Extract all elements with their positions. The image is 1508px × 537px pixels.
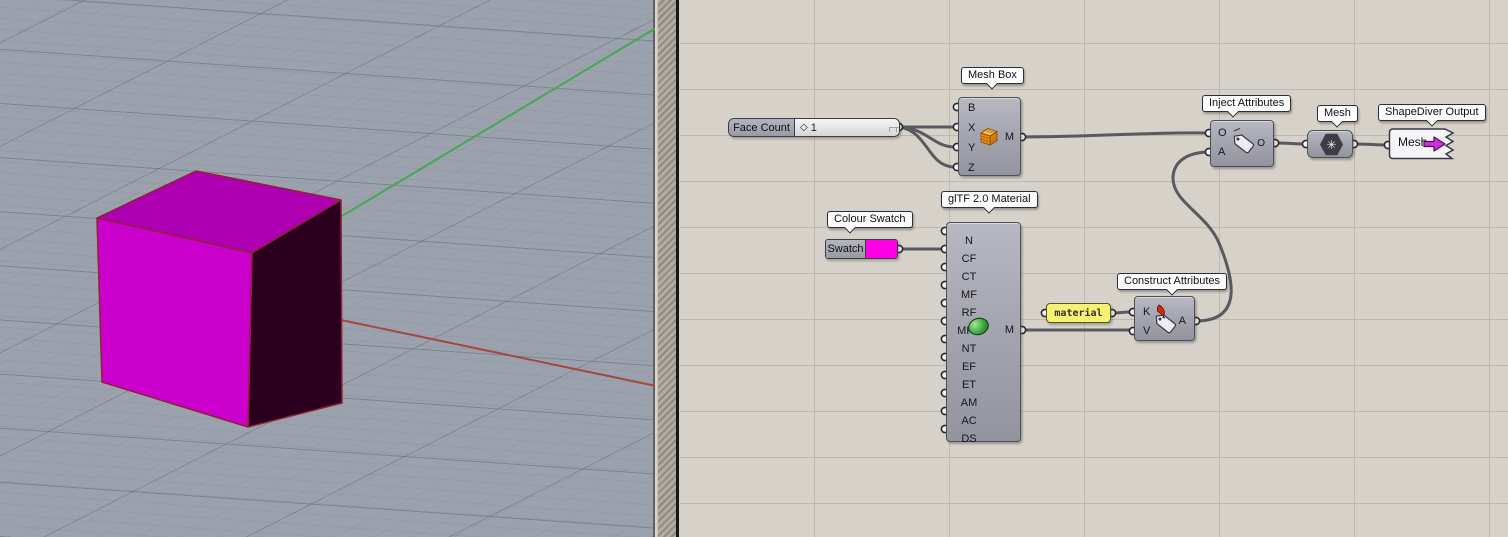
input-label-ef: EF (947, 358, 991, 376)
swatch-label: Swatch (826, 240, 866, 258)
panel-text: material (1054, 308, 1102, 319)
mesh-param-component[interactable]: ✳ (1307, 130, 1353, 158)
viewport-scene (0, 0, 655, 537)
output-label-o: O (1257, 137, 1265, 150)
construct-attributes-component[interactable]: K V A (1134, 296, 1195, 341)
input-label-ds: DS (947, 430, 991, 448)
input-label-cf: CF (947, 250, 991, 268)
gltf-input-labels: N CF CT MF RF MRT NT EF ET AM AC DS (947, 232, 991, 448)
tooltip-mesh: Mesh (1317, 105, 1358, 122)
shapediver-output-component[interactable]: Mesh (1388, 128, 1456, 160)
snowflake-glyph: ✳ (1326, 138, 1336, 152)
cube-front-face (97, 218, 252, 427)
output-label-m: M (1005, 131, 1014, 144)
input-label-ac: AC (947, 412, 991, 430)
slider-ruler (889, 127, 900, 132)
tooltip-mesh-box: Mesh Box (961, 67, 1024, 84)
output-label-m: M (1005, 324, 1014, 337)
construct-attributes-tag-icon (1150, 303, 1180, 335)
x-axis-line (341, 320, 655, 386)
rhino-viewport[interactable] (0, 0, 655, 537)
slider-track[interactable]: ◇ 1 (795, 119, 899, 136)
tooltip-text: Colour Swatch (834, 213, 906, 225)
face-count-slider[interactable]: Face Count ◇ 1 (728, 118, 900, 137)
tooltip-text: Inject Attributes (1209, 97, 1284, 109)
gltf-material-component[interactable]: N CF CT MF RF MRT NT EF ET AM AC DS M (946, 222, 1021, 442)
tooltip-inject-attributes: Inject Attributes (1202, 95, 1291, 112)
input-label-b: B (968, 102, 975, 115)
input-label-y: Y (968, 142, 975, 155)
tooltip-construct-attributes: Construct Attributes (1117, 273, 1227, 290)
colour-swatch-component[interactable]: Swatch (825, 239, 898, 259)
mesh-box-component[interactable]: B X Y Z M (958, 97, 1021, 176)
input-label-am: AM (947, 394, 991, 412)
material-text-panel[interactable]: material (1046, 303, 1111, 323)
input-label-n: N (947, 232, 991, 250)
mesh-box-icon (977, 124, 1001, 148)
window-divider[interactable] (657, 0, 679, 537)
application-window: { "viewport": { "cube": { "front_color":… (0, 0, 1508, 537)
tooltip-colour-swatch: Colour Swatch (827, 211, 913, 228)
input-label-ct: CT (947, 268, 991, 286)
magenta-cube[interactable] (97, 171, 342, 427)
slider-value: 1 (811, 122, 817, 134)
input-label-nt: NT (947, 340, 991, 358)
mesh-hexagon-icon: ✳ (1320, 133, 1343, 156)
magenta-arrow-icon (1422, 135, 1448, 153)
input-label-a: A (1218, 146, 1225, 159)
swatch-color-chip[interactable] (866, 240, 897, 258)
input-label-o: O (1218, 127, 1227, 140)
input-label-x: X (968, 122, 975, 135)
input-label-z: Z (968, 162, 975, 175)
slider-grip-icon[interactable]: ◇ (800, 122, 808, 133)
inject-attributes-component[interactable]: O A O (1210, 120, 1274, 167)
slider-label: Face Count (729, 119, 795, 136)
y-axis-line (342, 28, 655, 216)
tooltip-shapediver-output: ShapeDiver Output (1378, 104, 1486, 121)
grasshopper-canvas[interactable] (680, 0, 1508, 537)
input-label-et: ET (947, 376, 991, 394)
input-label-mf: MF (947, 286, 991, 304)
tooltip-gltf-material: glTF 2.0 Material (941, 191, 1038, 208)
inject-attributes-tag-icon (1228, 127, 1258, 159)
